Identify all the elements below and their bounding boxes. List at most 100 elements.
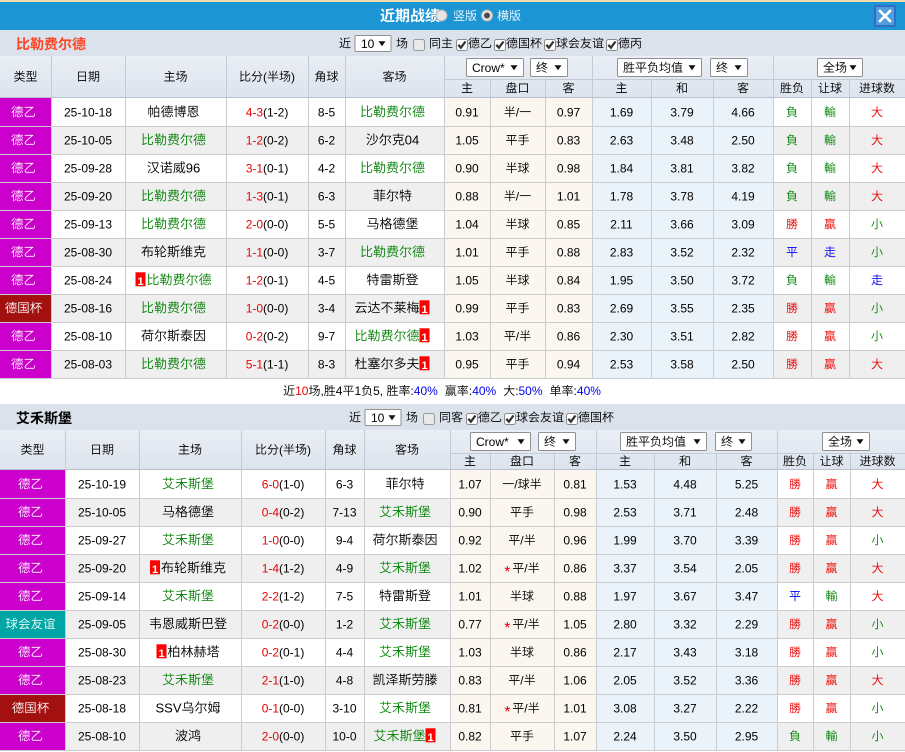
svg-text:1.53: 1.53: [613, 477, 637, 491]
svg-text:1: 1: [355, 384, 362, 398]
svg-text:(0-0): (0-0): [263, 245, 288, 259]
svg-text:3.08: 3.08: [613, 701, 637, 715]
svg-text:1-2: 1-2: [336, 617, 354, 631]
svg-text:25-09-14: 25-09-14: [78, 589, 126, 603]
svg-text:0-2: 0-2: [262, 617, 280, 631]
svg-text:4-8: 4-8: [336, 673, 354, 687]
svg-text:SSV: SSV: [156, 700, 182, 715]
svg-text:2.11: 2.11: [610, 217, 633, 231]
svg-text:(0-2): (0-2): [263, 329, 288, 343]
svg-text:2-2: 2-2: [262, 589, 280, 603]
svg-text:2.95: 2.95: [735, 729, 759, 743]
svg-text:3.32: 3.32: [673, 617, 697, 631]
svg-text:0.90: 0.90: [455, 161, 479, 175]
svg-text:6-2: 6-2: [318, 133, 336, 147]
svg-text:1: 1: [152, 564, 158, 576]
svg-text:(1-1): (1-1): [263, 357, 288, 371]
svg-text:25-08-30: 25-08-30: [78, 645, 126, 659]
svg-text:1.02: 1.02: [458, 561, 482, 575]
svg-text:(0-0): (0-0): [263, 217, 288, 231]
svg-text:0.83: 0.83: [458, 673, 482, 687]
svg-text:1.95: 1.95: [610, 273, 634, 287]
svg-text:4-5: 4-5: [318, 273, 336, 287]
svg-text:3.39: 3.39: [735, 533, 759, 547]
svg-text:2.17: 2.17: [613, 645, 637, 659]
svg-text:(1-2): (1-2): [279, 561, 304, 575]
svg-text:3-10: 3-10: [332, 701, 356, 715]
svg-text:3.37: 3.37: [613, 561, 637, 575]
svg-text:0.98: 0.98: [563, 505, 587, 519]
svg-text:0.86: 0.86: [557, 329, 581, 343]
svg-text:): ): [307, 443, 311, 457]
svg-text:25-10-05: 25-10-05: [78, 505, 126, 519]
svg-text:3.09: 3.09: [731, 217, 755, 231]
svg-text:0-4: 0-4: [262, 505, 280, 519]
svg-text:25-09-28: 25-09-28: [64, 161, 112, 175]
svg-text:0.92: 0.92: [458, 533, 482, 547]
svg-text:2.53: 2.53: [613, 505, 637, 519]
svg-text:1.99: 1.99: [613, 533, 637, 547]
svg-text:(0-1): (0-1): [263, 161, 288, 175]
svg-text:40%: 40%: [414, 384, 438, 398]
svg-text:1-0: 1-0: [246, 301, 264, 315]
svg-text:2.82: 2.82: [731, 329, 755, 343]
svg-text:25-10-05: 25-10-05: [64, 133, 112, 147]
svg-text:,: ,: [321, 384, 324, 398]
svg-text:1: 1: [427, 732, 433, 744]
svg-text:5.25: 5.25: [735, 477, 759, 491]
svg-text:2-0: 2-0: [246, 217, 264, 231]
svg-text:10: 10: [361, 37, 375, 51]
svg-text:0.85: 0.85: [557, 217, 581, 231]
svg-text:3.52: 3.52: [670, 245, 694, 259]
svg-text:2.63: 2.63: [610, 133, 634, 147]
svg-text:2.22: 2.22: [735, 701, 759, 715]
svg-text:0.96: 0.96: [563, 533, 587, 547]
svg-text:2.05: 2.05: [613, 673, 637, 687]
svg-text:2.83: 2.83: [610, 245, 634, 259]
svg-text:3.72: 3.72: [731, 273, 755, 287]
svg-text:3.27: 3.27: [673, 701, 697, 715]
svg-text:1-3: 1-3: [246, 189, 264, 203]
svg-text:04: 04: [405, 132, 419, 147]
svg-text:25-09-20: 25-09-20: [64, 189, 112, 203]
svg-text:2-1: 2-1: [262, 673, 280, 687]
svg-text:(0-0): (0-0): [279, 533, 304, 547]
svg-text:25-08-16: 25-08-16: [64, 301, 112, 315]
svg-text:3.79: 3.79: [670, 105, 694, 119]
svg-text:1.01: 1.01: [455, 245, 479, 259]
svg-text:(1-2): (1-2): [263, 105, 288, 119]
svg-text:3.71: 3.71: [673, 505, 697, 519]
svg-text:(1-2): (1-2): [279, 589, 304, 603]
svg-text:10: 10: [295, 384, 309, 398]
svg-text:6-3: 6-3: [336, 477, 354, 491]
svg-text:4.19: 4.19: [731, 189, 755, 203]
svg-text:1.05: 1.05: [455, 133, 479, 147]
svg-text:1.01: 1.01: [563, 701, 587, 715]
svg-text:6-3: 6-3: [318, 189, 336, 203]
svg-text:4: 4: [336, 384, 343, 398]
svg-text:25-09-13: 25-09-13: [64, 217, 112, 231]
svg-text:0.84: 0.84: [557, 273, 581, 287]
svg-text:96: 96: [186, 160, 200, 175]
svg-text:(: (: [279, 443, 283, 457]
svg-text:40%: 40%: [472, 384, 496, 398]
svg-text:(0-2): (0-2): [279, 505, 304, 519]
svg-text:(0-1): (0-1): [279, 645, 304, 659]
svg-text:7-5: 7-5: [336, 589, 354, 603]
svg-text:25-08-10: 25-08-10: [64, 329, 112, 343]
svg-text:1.06: 1.06: [563, 673, 587, 687]
svg-text:(0-0): (0-0): [279, 701, 304, 715]
svg-text:4-2: 4-2: [318, 161, 336, 175]
svg-text:(0-2): (0-2): [263, 133, 288, 147]
svg-text:0.81: 0.81: [563, 477, 587, 491]
svg-text:3.51: 3.51: [670, 329, 694, 343]
svg-text:0.86: 0.86: [563, 645, 587, 659]
svg-text:2-0: 2-0: [262, 729, 280, 743]
svg-text:4.48: 4.48: [673, 477, 697, 491]
svg-text:3-1: 3-1: [246, 161, 264, 175]
svg-text:1.97: 1.97: [613, 589, 637, 603]
svg-text:1: 1: [421, 360, 427, 372]
svg-text:2.50: 2.50: [731, 133, 755, 147]
svg-text:25-08-10: 25-08-10: [78, 729, 126, 743]
svg-text:1-2: 1-2: [246, 133, 264, 147]
